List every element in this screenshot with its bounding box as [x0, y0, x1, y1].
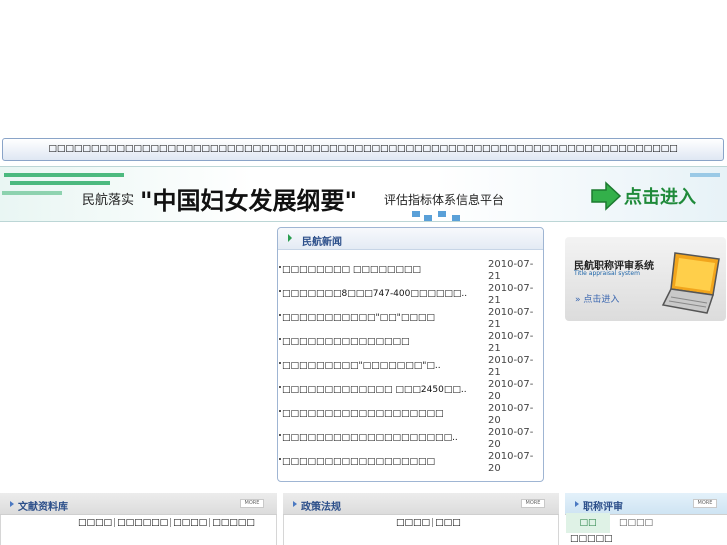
promo-enter-link[interactable]: » 点击进入 — [575, 292, 619, 305]
banner-decor — [438, 211, 446, 217]
docs-panel-header: 文献资料库 MORE — [0, 493, 277, 515]
promo-enter-label[interactable]: 点击进入 — [583, 295, 619, 305]
news-item-date: 2010-07-20 — [488, 427, 534, 450]
tab-review-active[interactable]: □□ — [566, 513, 610, 533]
news-item-date: 2010-07-21 — [488, 307, 534, 330]
banner-title: "中国妇女发展纲要" — [140, 187, 358, 215]
review-panel-header: 职称评审 MORE — [565, 493, 727, 515]
banner-stripe — [10, 181, 110, 185]
news-item-date: 2010-07-21 — [488, 283, 534, 306]
bullet-icon — [279, 290, 281, 292]
triangle-right-icon — [288, 234, 292, 242]
bullet-icon — [279, 458, 281, 460]
banner-decor — [412, 211, 420, 217]
triangle-right-icon — [575, 501, 579, 507]
banner-stripe — [4, 173, 124, 177]
triangle-right-icon — [293, 501, 297, 507]
bullet-icon — [279, 314, 281, 316]
docs-link[interactable]: □□□□ — [78, 518, 112, 528]
review-tab-content[interactable]: □□□□□ — [570, 534, 613, 544]
triangle-right-icon — [10, 501, 14, 507]
news-item-title[interactable]: □□□□□□□□□□□□□□□□□□ — [282, 457, 435, 467]
bullet-icon — [279, 386, 281, 388]
news-title: 民航新闻 — [302, 237, 342, 248]
policy-links: □□□□|□□□ — [396, 518, 461, 528]
aviation-news-panel: 民航新闻 □□□□□□□□ □□□□□□□□ 2010-07-21 □□□□□□… — [277, 227, 544, 482]
policy-panel-title: 政策法规 — [301, 502, 341, 513]
news-item[interactable]: □□□□□□□□□□□□□□□□□□ 2010-07-20 — [278, 450, 543, 474]
scrolling-notice-text: □□□□□□□□□□□□□□□□□□□□□□□□□□□□□□□□□□□□□□□□… — [48, 144, 678, 154]
docs-link[interactable]: □□□□ — [173, 518, 207, 528]
news-item-date: 2010-07-20 — [488, 451, 534, 474]
review-more-button[interactable]: MORE — [693, 499, 717, 508]
bullet-icon — [279, 362, 281, 364]
banner-decor — [452, 215, 460, 221]
banner-prefix: 民航落实 — [82, 193, 135, 208]
news-item-date: 2010-07-20 — [488, 403, 534, 426]
news-item-title[interactable]: □□□□□□□□□□□□□ □□□2450□□.. — [282, 385, 467, 395]
news-item-date: 2010-07-21 — [488, 331, 534, 354]
arrow-right-icon[interactable] — [590, 181, 622, 211]
news-item-date: 2010-07-21 — [488, 355, 534, 378]
news-item[interactable]: □□□□□□□8□□□747-400□□□□□□.. 2010-07-21 — [278, 282, 543, 306]
news-header: 民航新闻 — [278, 228, 543, 250]
news-item-title[interactable]: □□□□□□□□□□□□□□□□□□□□.. — [282, 433, 458, 443]
bullet-icon — [279, 410, 281, 412]
banner-stripe — [2, 191, 62, 195]
review-panel-title: 职称评审 — [583, 502, 623, 513]
news-item[interactable]: □□□□□□□□□□□□□□□ 2010-07-21 — [278, 330, 543, 354]
news-item[interactable]: □□□□□□□□□"□□□□□□□"□.. 2010-07-21 — [278, 354, 543, 378]
news-item-title[interactable]: □□□□□□□□ □□□□□□□□ — [282, 265, 421, 275]
news-item[interactable]: □□□□□□□□ □□□□□□□□ 2010-07-21 — [278, 258, 543, 282]
news-item-title[interactable]: □□□□□□□□□□□□□□□□□□□ — [282, 409, 444, 419]
docs-link[interactable]: □□□□□□ — [117, 518, 168, 528]
docs-more-button[interactable]: MORE — [240, 499, 264, 508]
policy-link[interactable]: □□□□ — [396, 518, 430, 528]
news-item-title[interactable]: □□□□□□□8□□□747-400□□□□□□.. — [282, 289, 467, 299]
laptop-icon — [661, 252, 720, 314]
news-item-title[interactable]: □□□□□□□□□"□□□□□□□"□.. — [282, 361, 441, 371]
scrolling-notice-bar: □□□□□□□□□□□□□□□□□□□□□□□□□□□□□□□□□□□□□□□□… — [2, 138, 724, 161]
news-item[interactable]: □□□□□□□□□□□□□□□□□□□ 2010-07-20 — [278, 402, 543, 426]
policy-link[interactable]: □□□ — [435, 518, 461, 528]
news-item-date: 2010-07-21 — [488, 259, 534, 282]
bullet-icon — [279, 266, 281, 268]
policy-more-button[interactable]: MORE — [521, 499, 545, 508]
banner-suffix: 评估指标体系信息平台 — [384, 193, 505, 207]
banner-decor — [424, 215, 432, 221]
news-item[interactable]: □□□□□□□□□□□□□ □□□2450□□.. 2010-07-20 — [278, 378, 543, 402]
banner-enter-link[interactable]: 点击进入 — [624, 183, 696, 209]
women-development-banner[interactable]: 民航落实 "中国妇女发展纲要" 评估指标体系信息平台 点击进入 — [0, 166, 727, 222]
docs-panel-title: 文献资料库 — [18, 502, 68, 513]
news-item[interactable]: □□□□□□□□□□□□□□□□□□□□.. 2010-07-20 — [278, 426, 543, 450]
policy-panel-header: 政策法规 MORE — [283, 493, 559, 515]
news-item-date: 2010-07-20 — [488, 379, 534, 402]
docs-link[interactable]: □□□□□ — [212, 518, 255, 528]
docs-links: □□□□|□□□□□□|□□□□|□□□□□ — [78, 518, 255, 528]
promo-subtitle: Title appraisal system — [574, 270, 640, 277]
title-appraisal-system-link[interactable]: 民航职称评审系统 Title appraisal system » 点击进入 — [565, 237, 726, 321]
news-item-title[interactable]: □□□□□□□□□□□□□□□ — [282, 337, 410, 347]
bullet-icon — [279, 338, 281, 340]
tab-review-other[interactable]: □□□□ — [616, 513, 656, 533]
news-item-title[interactable]: □□□□□□□□□□□"□□"□□□□ — [282, 313, 435, 323]
banner-decor — [690, 173, 720, 177]
news-item[interactable]: □□□□□□□□□□□"□□"□□□□ 2010-07-21 — [278, 306, 543, 330]
bullet-icon — [279, 434, 281, 436]
